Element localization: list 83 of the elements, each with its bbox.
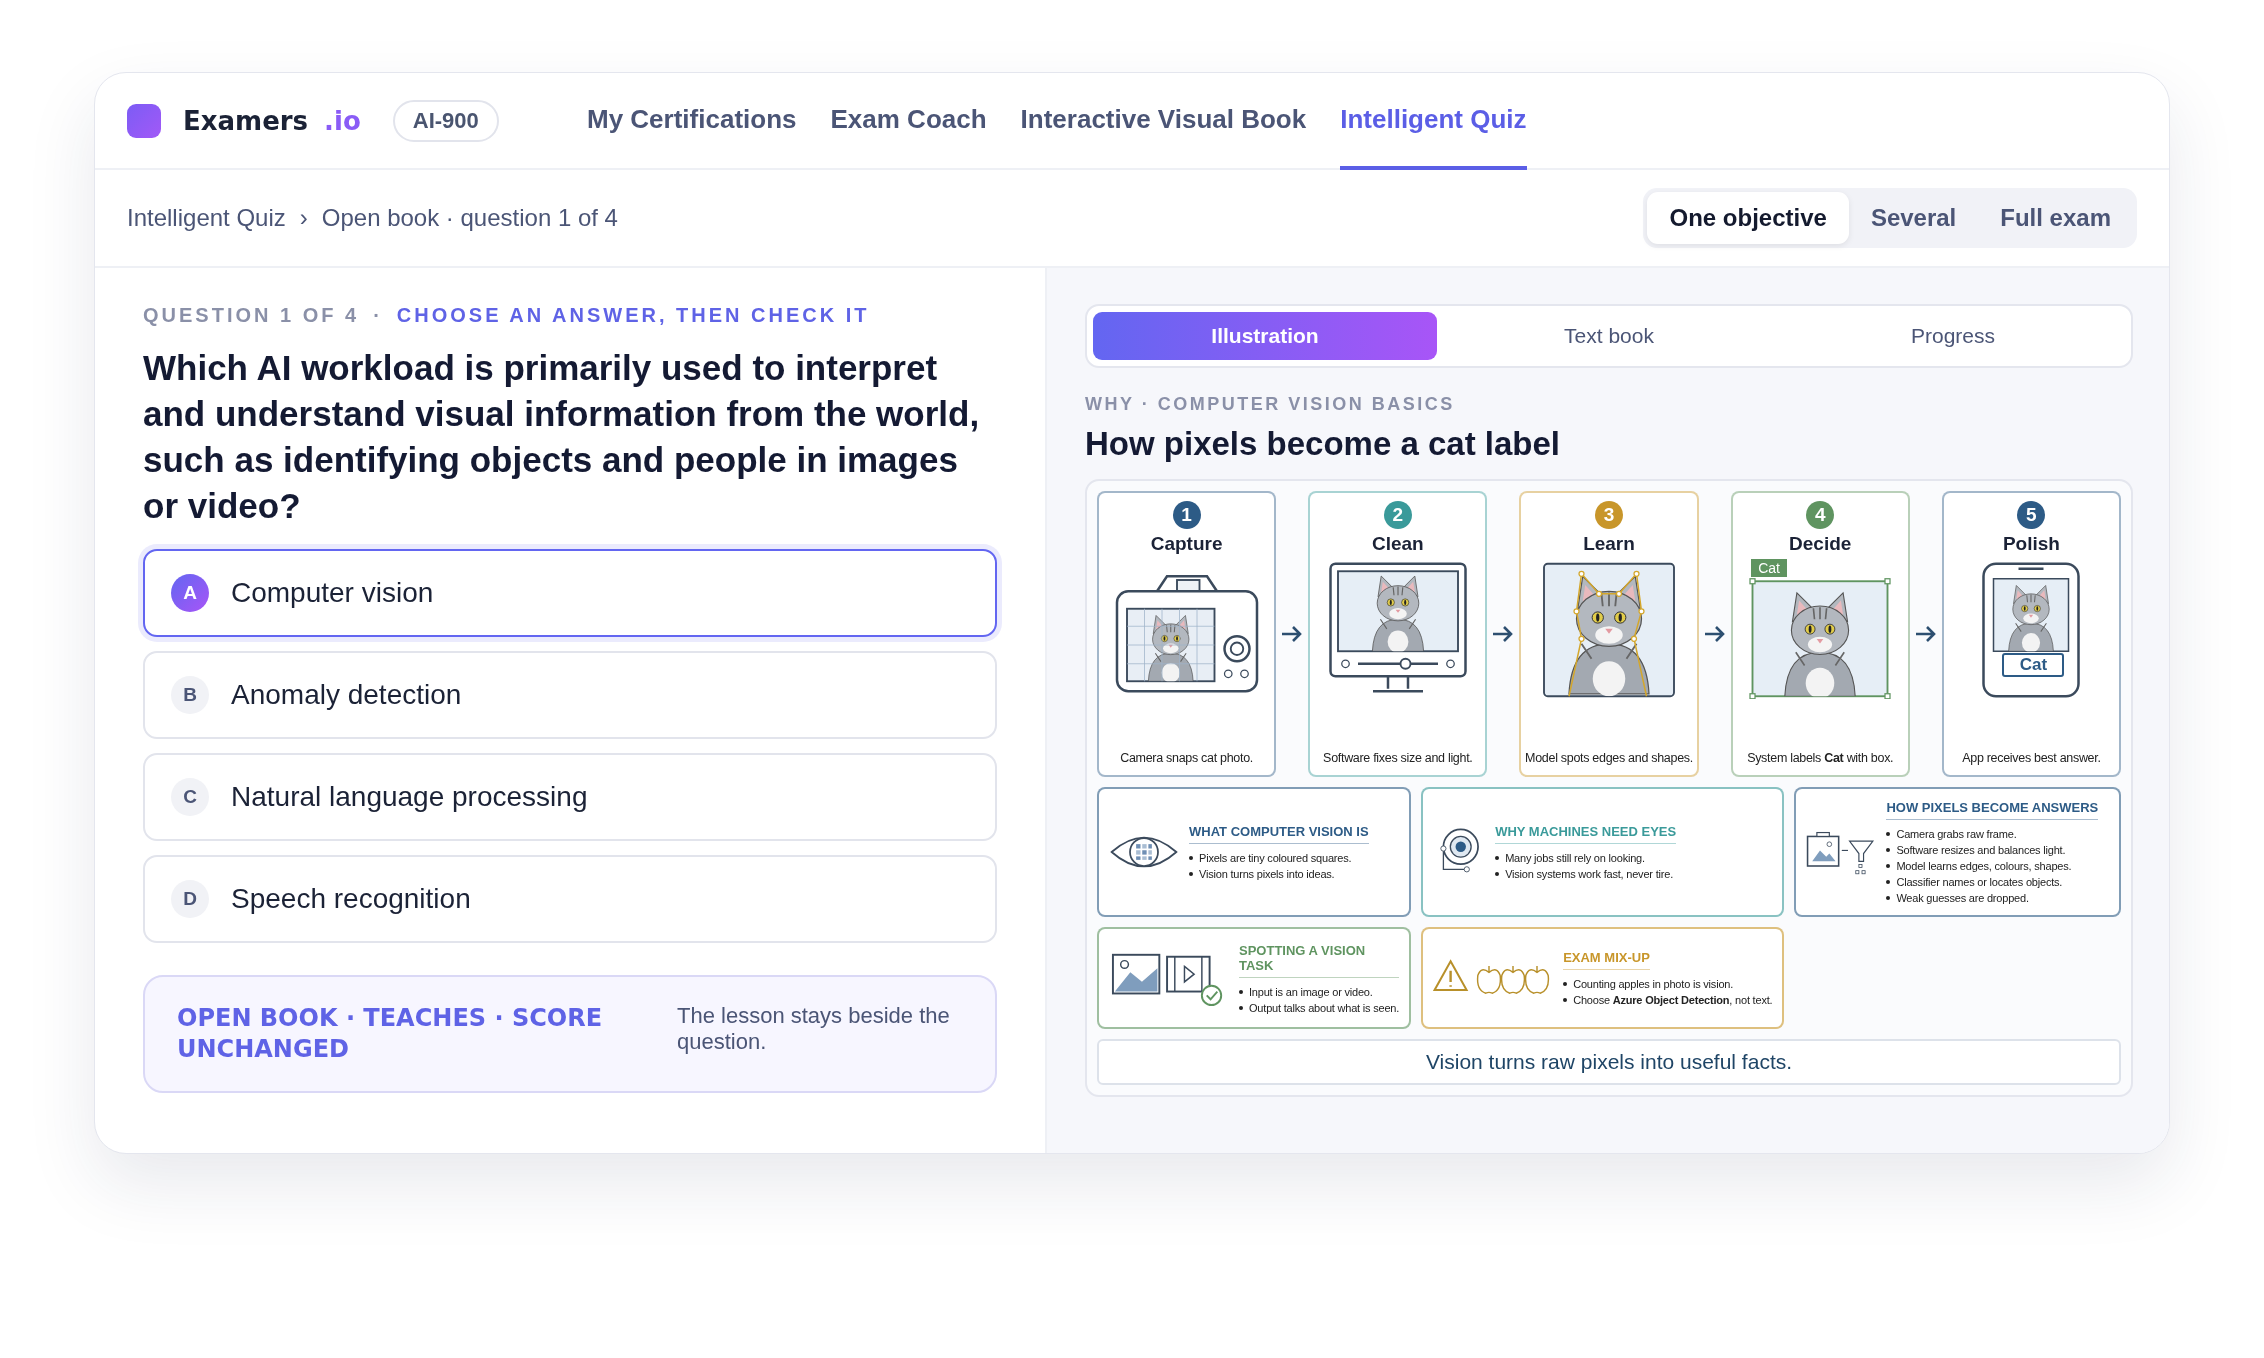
bullet-dot xyxy=(1886,896,1891,900)
bullet-text: Vision systems work fast, never tire. xyxy=(1505,868,1673,880)
panel-tab[interactable]: Text book xyxy=(1437,312,1781,360)
step-caption: Model spots edges and shapes. xyxy=(1525,751,1693,765)
bullet-text: Input is an image or video. xyxy=(1249,985,1373,998)
bullet-text: Classifier names or locates objects. xyxy=(1896,876,2063,888)
bullet-dot xyxy=(1886,864,1891,868)
step-number: 2 xyxy=(1383,501,1412,529)
arrow-icon xyxy=(1702,624,1727,644)
step-caption: App receives best answer. xyxy=(1962,751,2101,765)
bullet-text: Software resizes and balances light. xyxy=(1896,844,2066,856)
bullet-text: Weak guesses are dropped. xyxy=(1896,892,2029,904)
summary-banner: Vision turns raw pixels into useful facts. xyxy=(1097,1039,2121,1085)
card-title: WHY MACHINES NEED EYES xyxy=(1495,824,1677,844)
step-caption: System labels Cat with box. xyxy=(1747,751,1894,765)
card-title: SPOTTING A VISION TASK xyxy=(1239,942,1400,978)
bullet-dot xyxy=(1239,1005,1243,1010)
bullet-text: Counting apples in photo is vision. xyxy=(1573,978,1734,990)
object-label: Cat xyxy=(1751,559,1787,577)
step-title: Clean xyxy=(1371,533,1424,555)
mode-tab[interactable]: Several xyxy=(1848,192,1979,244)
bullet-text: Pixels are tiny coloured squares. xyxy=(1199,852,1352,864)
bullet-dot xyxy=(1239,989,1243,994)
nav-link[interactable]: My Certifications xyxy=(587,73,797,170)
bullet-dot xyxy=(1886,832,1891,836)
option-letter: C xyxy=(171,778,209,816)
answer-label: Cat xyxy=(2002,653,2065,677)
option-letter: D xyxy=(171,880,209,918)
nav-link[interactable]: Intelligent Quiz xyxy=(1340,73,1527,170)
bullet-dot xyxy=(1189,856,1193,860)
section-eyebrow: WHY · COMPUTER VISION BASICS xyxy=(1085,394,1456,415)
step-title: Learn xyxy=(1583,533,1635,555)
instruction-text: CHOOSE AN ANSWER, THEN CHECK IT xyxy=(396,304,870,327)
eyebrow-separator: · xyxy=(373,304,383,327)
bullet-text: Vision turns pixels into ideas. xyxy=(1199,868,1335,880)
card-title: WHAT COMPUTER VISION IS xyxy=(1189,824,1369,844)
step-caption: Camera snaps cat photo. xyxy=(1120,751,1253,765)
bullet-text: Model learns edges, colours, shapes. xyxy=(1896,860,2072,872)
answer-option[interactable]: D Speech recognition xyxy=(143,855,997,943)
panel-tab[interactable]: Illustration xyxy=(1093,312,1437,360)
arrow-icon xyxy=(1913,624,1938,644)
step-number: 5 xyxy=(2017,501,2046,529)
panel-tab[interactable]: Progress xyxy=(1781,312,2125,360)
question-counter: QUESTION 1 OF 4 xyxy=(143,304,360,327)
brand-suffix: .io xyxy=(324,105,361,136)
brand-name: Examers xyxy=(183,105,309,136)
bullet-text: Camera grabs raw frame. xyxy=(1896,828,2017,840)
bullet-dot xyxy=(1886,880,1891,884)
card-title: EXAM MIX-UP xyxy=(1563,950,1650,970)
step-title: Capture xyxy=(1150,533,1223,555)
mode-tab[interactable]: One objective xyxy=(1647,192,1849,244)
option-letter: B xyxy=(171,676,209,714)
step-number: 4 xyxy=(1806,501,1835,529)
mode-tab[interactable]: Full exam xyxy=(1978,192,2133,244)
breadcrumb-link[interactable]: Intelligent Quiz xyxy=(127,204,286,232)
section-title: How pixels become a cat label xyxy=(1085,425,1562,463)
exam-badge: AI-900 xyxy=(392,99,499,142)
answer-option[interactable]: C Natural language processing xyxy=(143,753,997,841)
banner-text: The lesson stays beside the question. xyxy=(677,1003,951,1055)
step-number: 3 xyxy=(1595,501,1623,529)
card-title: HOW PIXELS BECOME ANSWERS xyxy=(1886,800,2099,820)
bullet-dot xyxy=(1886,848,1891,852)
bullet-dot xyxy=(1189,872,1193,876)
banner-title: OPEN BOOK · TEACHES · SCORE UNCHANGED xyxy=(177,1003,604,1065)
step-number: 1 xyxy=(1172,501,1201,529)
step-title: Polish xyxy=(2002,533,2060,555)
question-text: Which AI workload is primarily used to interpret and understand visual information from the world, such as identifying objects and people in images or video? xyxy=(143,347,981,527)
bullet-text: Output talks about what is seen. xyxy=(1249,1001,1400,1014)
breadcrumb-separator: › xyxy=(299,204,308,232)
nav-link[interactable]: Interactive Visual Book xyxy=(1020,73,1307,170)
bullet-dot xyxy=(1563,982,1568,986)
step-title: Decide xyxy=(1789,533,1852,555)
nav-link[interactable]: Exam Coach xyxy=(830,73,987,170)
bullet-dot xyxy=(1495,856,1500,860)
breadcrumb-link[interactable]: Open book · question 1 of 4 xyxy=(321,204,618,232)
step-caption: Software fixes size and light. xyxy=(1323,751,1473,765)
bullet-dot xyxy=(1495,872,1500,876)
option-letter: A xyxy=(171,574,209,612)
logo-icon xyxy=(127,103,161,138)
bullet-text: Many jobs still rely on looking. xyxy=(1505,852,1645,864)
answer-option[interactable]: B Anomaly detection xyxy=(143,651,997,739)
bullet-text: Choose Azure Object Detection, not text. xyxy=(1573,994,1773,1006)
bullet-dot xyxy=(1563,998,1568,1002)
